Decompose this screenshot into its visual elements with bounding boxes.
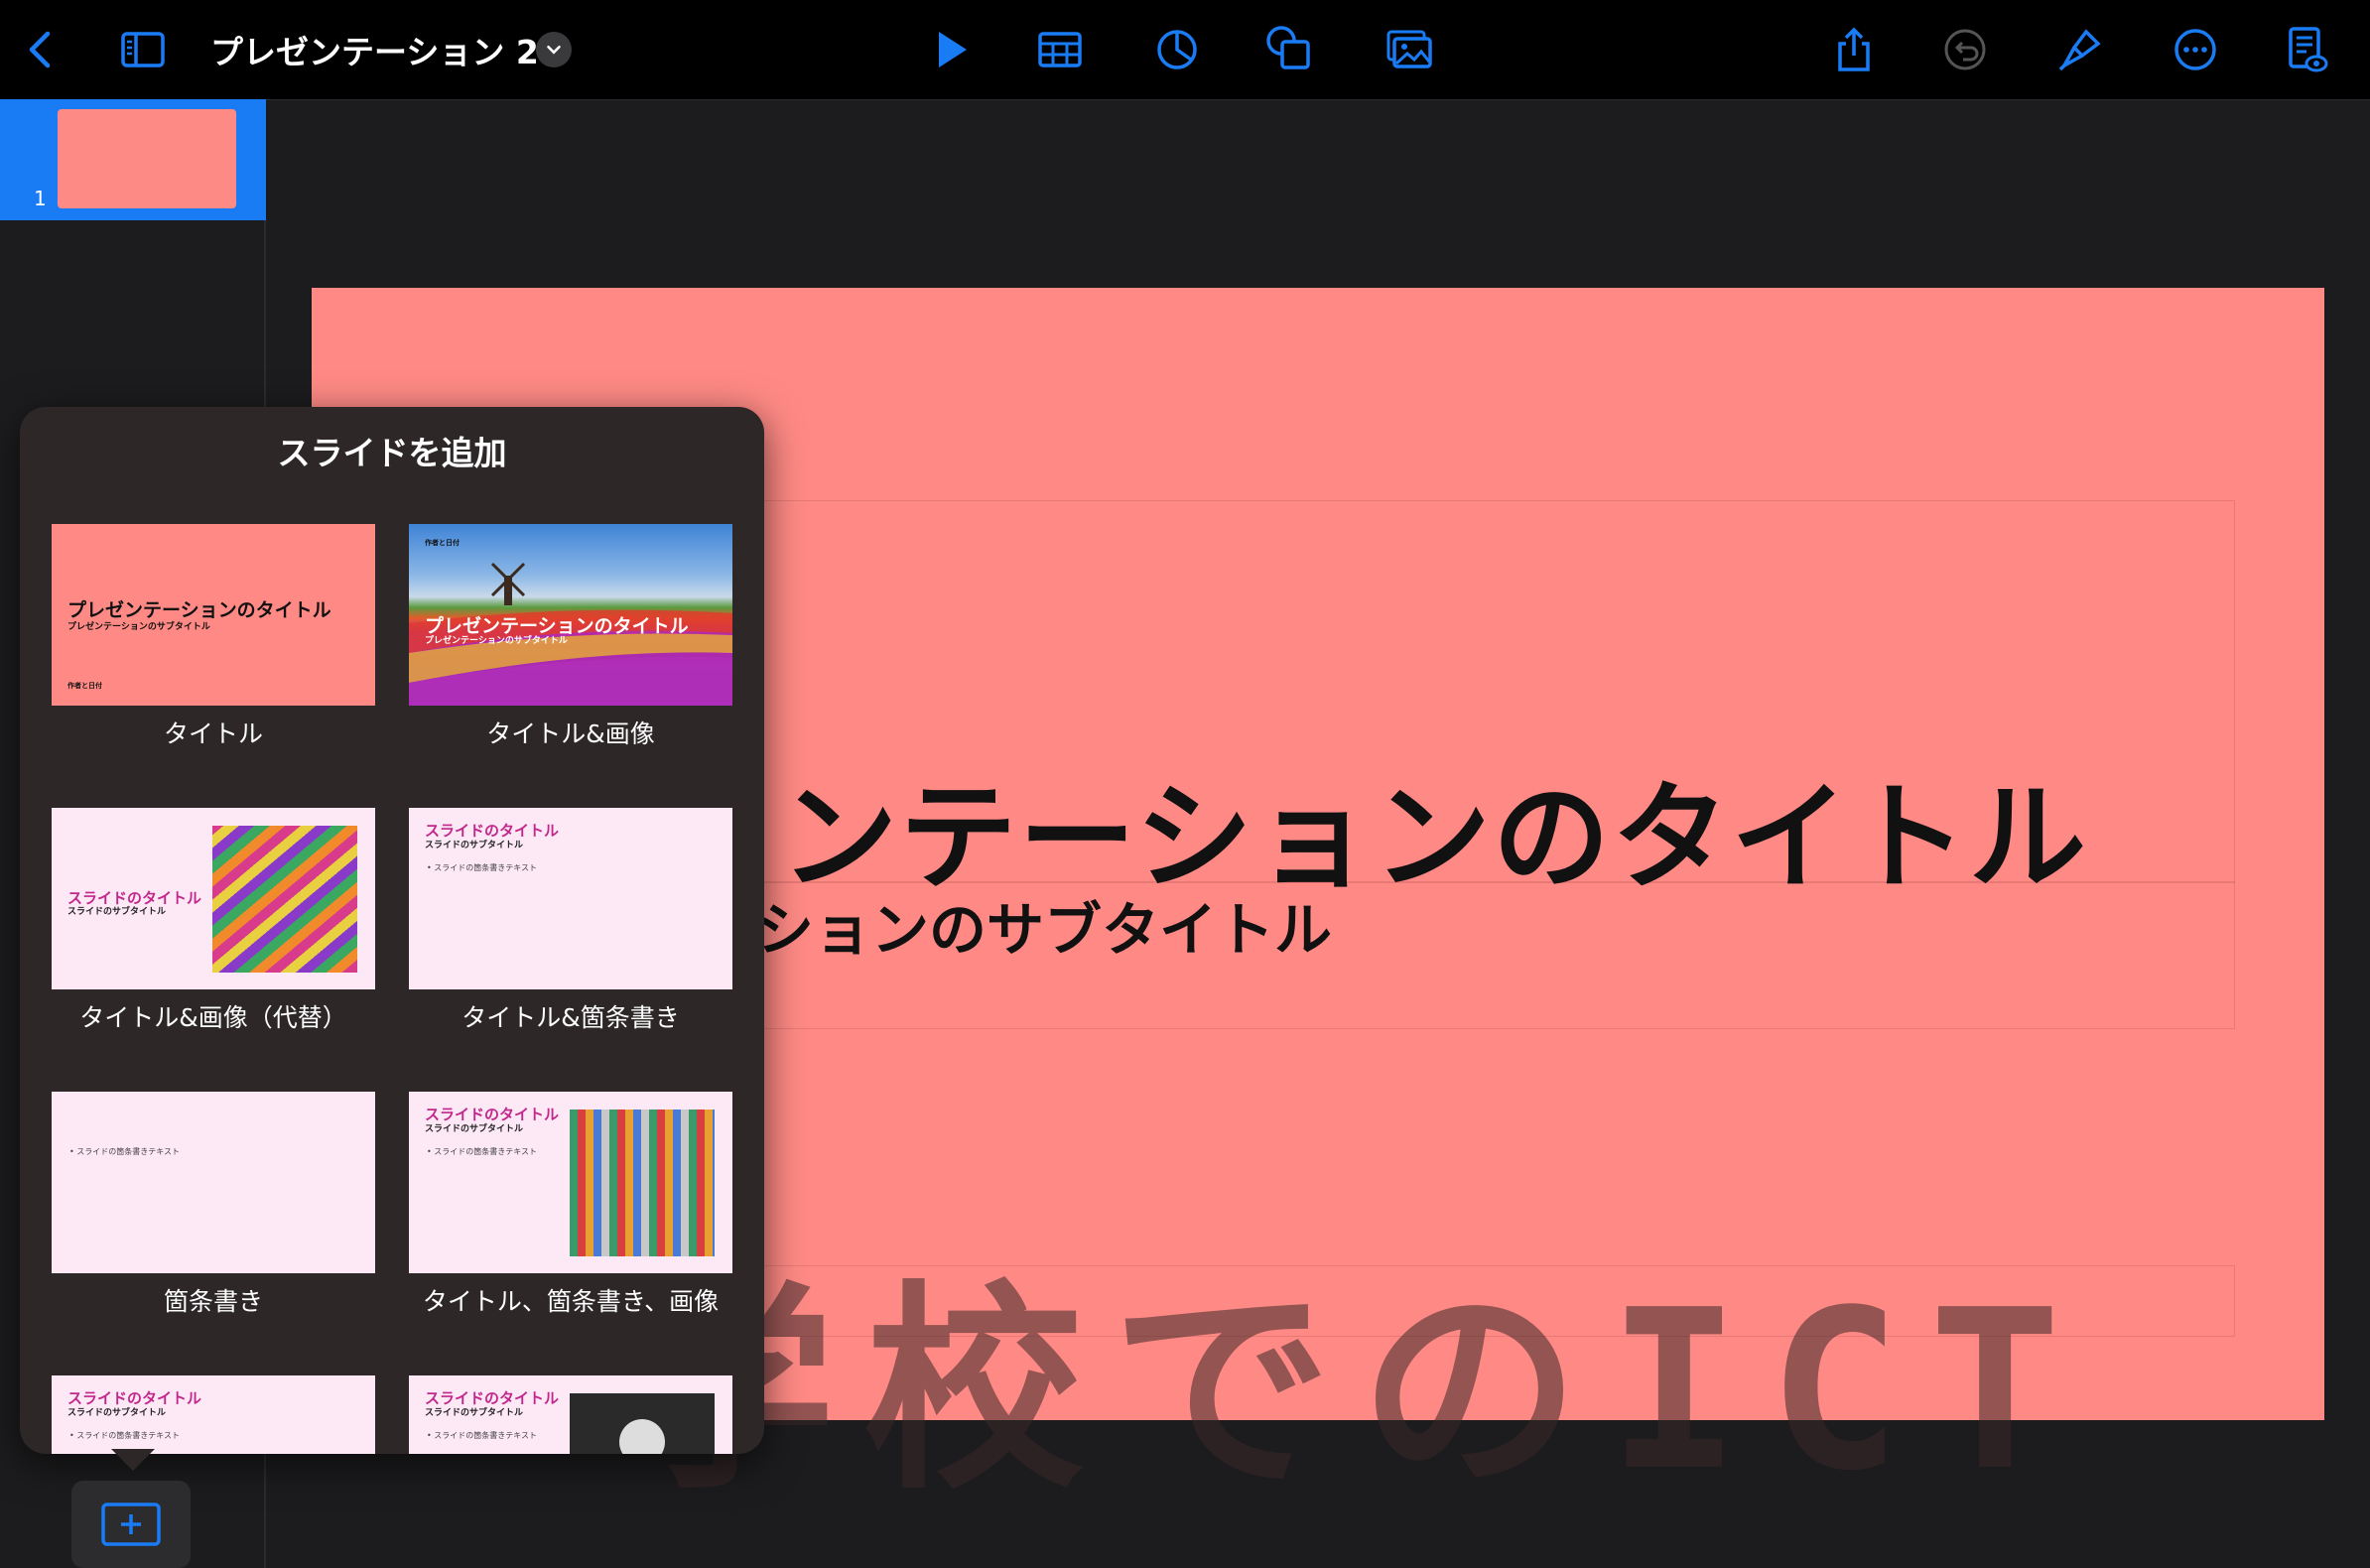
thumb-subtitle: プレゼンテーションのサブタイトル	[425, 636, 568, 646]
layout-thumbnail: スライドのタイトル スライドのサブタイトル • スライドの箇条書きテキスト	[409, 1375, 732, 1454]
media-icon[interactable]	[1382, 22, 1437, 77]
document-setup-icon[interactable]	[2279, 22, 2334, 77]
format-brush-icon[interactable]	[2052, 22, 2108, 77]
slide-thumbnail[interactable]	[58, 109, 236, 208]
add-slide-button[interactable]	[71, 1481, 191, 1568]
photo-image	[570, 1393, 715, 1454]
thumb-subtitle: スライドのサブタイトル	[425, 841, 524, 850]
thumb-bullet: • スライドの箇条書きテキスト	[69, 1147, 181, 1156]
layout-thumbnail: スライドのタイトル スライドのサブタイトル	[52, 808, 375, 989]
watermark-text: 学校でのICT	[615, 1263, 2089, 1519]
tulip-rows-image	[212, 826, 357, 973]
layout-label: タイトル&画像（代替）	[79, 1003, 347, 1032]
more-icon[interactable]	[2168, 22, 2223, 77]
layout-label: タイトル、箇条書き、画像	[422, 1287, 720, 1316]
thumb-subtitle: スライドのサブタイトル	[425, 1408, 524, 1418]
layout-thumbnail: プレゼンテーションのタイトル プレゼンテーションのサブタイトル 作者と日付	[52, 524, 375, 706]
play-icon[interactable]	[923, 22, 979, 77]
layout-thumbnail: スライドのタイトル スライドのサブタイトル • スライドの箇条書きテキスト	[52, 1375, 375, 1454]
table-icon[interactable]	[1032, 22, 1088, 77]
thumb-footer: 作者と日付	[67, 682, 102, 690]
thumb-bullet: • スライドの箇条書きテキスト	[427, 1431, 538, 1440]
field-aerial-image	[570, 1110, 715, 1256]
layout-label: タイトル&箇条書き	[461, 1003, 680, 1032]
sidebar-icon[interactable]	[115, 22, 171, 77]
popover-title: スライドを追加	[277, 434, 507, 472]
chart-icon[interactable]	[1149, 22, 1205, 77]
toolbar: プレゼンテーション 2	[0, 0, 2370, 100]
layout-label: タイトル	[163, 719, 263, 748]
share-icon[interactable]	[1826, 22, 1882, 77]
back-chevron-icon[interactable]	[14, 22, 69, 77]
layout-label: タイトル&画像	[486, 719, 655, 748]
layout-thumbnail: プレゼンテーションのタイトル プレゼンテーションのサブタイトル 作者と日付	[409, 524, 732, 706]
layout-thumbnail: スライドのタイトル スライドのサブタイトル • スライドの箇条書きテキスト	[409, 1092, 732, 1273]
document-title[interactable]: プレゼンテーション 2	[210, 26, 539, 73]
plus-in-box-icon	[101, 1503, 161, 1546]
title-chevron-icon[interactable]	[536, 32, 572, 67]
popover-arrow	[111, 1449, 155, 1471]
thumb-subtitle: スライドのサブタイトル	[67, 1408, 167, 1418]
layout-thumbnail: • スライドの箇条書きテキスト	[52, 1092, 375, 1273]
add-slide-popover: スライドを追加 プレゼンテーションのタイトル プレゼンテーションのサブタイトル …	[20, 407, 764, 1454]
thumb-bullet: • スライドの箇条書きテキスト	[69, 1431, 181, 1440]
thumb-title: プレゼンテーションのタイトル	[67, 599, 331, 621]
thumb-bullet: • スライドの箇条書きテキスト	[427, 863, 538, 872]
thumb-subtitle: スライドのサブタイトル	[67, 907, 167, 917]
thumb-subtitle: スライドのサブタイトル	[425, 1124, 524, 1134]
thumb-bullet: • スライドの箇条書きテキスト	[427, 1147, 538, 1156]
thumb-footer: 作者と日付	[425, 539, 460, 547]
layout-label: 箇条書き	[163, 1287, 263, 1316]
thumb-subtitle: プレゼンテーションのサブタイトル	[67, 622, 210, 632]
slide-number: 1	[34, 187, 47, 210]
undo-icon[interactable]	[1937, 22, 1993, 77]
shape-icon[interactable]	[1262, 22, 1318, 77]
layout-thumbnail: スライドのタイトル スライドのサブタイトル • スライドの箇条書きテキスト	[409, 808, 732, 989]
